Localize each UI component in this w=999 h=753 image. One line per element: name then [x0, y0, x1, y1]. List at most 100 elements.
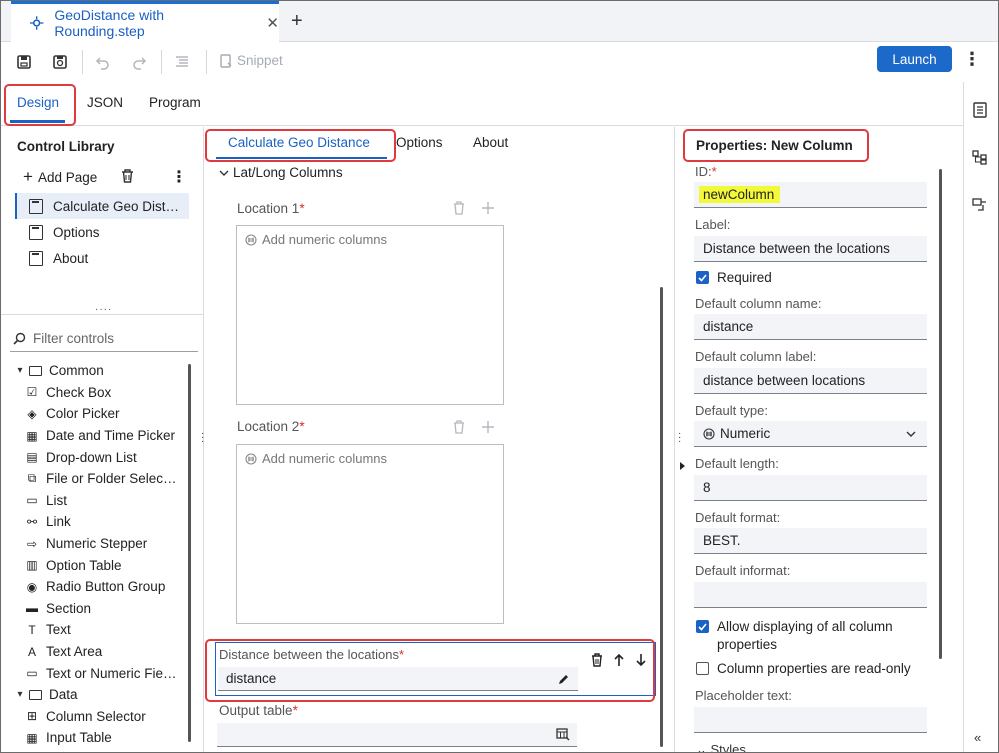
- search-icon: [13, 332, 26, 345]
- tree-item[interactable]: ◉ Radio Button Group: [1, 576, 191, 598]
- hierarchy-icon[interactable]: [972, 149, 988, 165]
- read-only-checkbox[interactable]: Column properties are read-only: [696, 660, 911, 678]
- plus-icon: +: [23, 167, 33, 186]
- trash-icon[interactable]: [453, 201, 465, 215]
- undo-icon[interactable]: [92, 51, 114, 73]
- page-list: Calculate Geo Dist… Options About: [15, 193, 189, 271]
- tree-item[interactable]: ◈ Color Picker: [1, 403, 191, 425]
- trash-icon[interactable]: [453, 420, 465, 434]
- tree-folder[interactable]: ▾ Data: [1, 684, 191, 706]
- resize-grip[interactable]: · · ·: [201, 429, 204, 447]
- default-format-input[interactable]: BEST.: [694, 528, 927, 554]
- delete-icon[interactable]: [591, 653, 603, 667]
- add-icon[interactable]: [482, 202, 494, 214]
- section-title: Lat/Long Columns: [233, 165, 343, 180]
- folder-icon: [29, 689, 42, 700]
- label-input[interactable]: Distance between the locations: [694, 236, 927, 262]
- tree-item[interactable]: ⧉ File or Folder Selec…: [1, 468, 191, 490]
- default-type-select[interactable]: Numeric: [694, 421, 927, 447]
- chevron-down-icon: ▾: [17, 365, 23, 377]
- control-icon: ▬: [26, 601, 38, 616]
- selected-column-field[interactable]: Distance between the locations* distance: [215, 642, 656, 696]
- output-table-field[interactable]: [217, 723, 577, 747]
- allow-display-checkbox[interactable]: Allow displaying of all column properties: [696, 618, 893, 654]
- move-down-icon[interactable]: [636, 653, 646, 667]
- page-item[interactable]: Options: [15, 219, 189, 245]
- numeric-icon: [703, 427, 715, 440]
- default-column-label-input[interactable]: distance between locations: [694, 368, 927, 394]
- redo-icon[interactable]: [128, 51, 150, 73]
- close-tab-icon[interactable]: ✕: [266, 14, 279, 32]
- placeholder-text-input[interactable]: [694, 707, 927, 733]
- folder-icon: [29, 365, 42, 376]
- tab-design[interactable]: Design: [17, 95, 59, 110]
- tree-folder-label: Common: [49, 363, 104, 379]
- control-icon: ▦: [26, 428, 38, 443]
- control-icon: ⊞: [26, 709, 38, 724]
- numeric-icon: [245, 233, 257, 246]
- label-label: Label:: [695, 217, 731, 232]
- control-icon: ⇨: [26, 536, 38, 551]
- add-page-button[interactable]: + Add Page: [23, 167, 97, 187]
- tab-options[interactable]: Options: [396, 135, 443, 150]
- tree-item[interactable]: ▤ Drop-down List: [1, 446, 191, 468]
- location-2-column-list[interactable]: Add numeric columns: [236, 444, 504, 624]
- more-options-icon[interactable]: ⋮: [963, 50, 981, 68]
- delete-page-icon[interactable]: [121, 169, 134, 183]
- tab-calculate-geo-distance[interactable]: Calculate Geo Distance: [228, 135, 370, 150]
- tree-item[interactable]: ▭ Text or Numeric Fie…: [1, 662, 191, 684]
- control-icon: ▭: [26, 666, 38, 681]
- save-icon[interactable]: [13, 51, 35, 73]
- required-checkbox[interactable]: Required: [696, 269, 772, 287]
- canvas-scrollbar[interactable]: [660, 287, 663, 747]
- control-icon: ▭: [26, 493, 38, 508]
- styles-section-header[interactable]: ⌄ Styles: [696, 743, 746, 752]
- tree-item[interactable]: ▬ Section: [1, 598, 191, 620]
- page-icon: [29, 224, 43, 240]
- tree-item[interactable]: ⊞ Column Selector: [1, 706, 191, 728]
- tree-item[interactable]: ☑ Check Box: [1, 382, 191, 404]
- location-1-column-list[interactable]: Add numeric columns: [236, 225, 504, 405]
- tab-about[interactable]: About: [473, 135, 508, 150]
- properties-scrollbar[interactable]: [939, 169, 942, 659]
- file-tab-bar: GeoDistance with Rounding.step ✕ +: [1, 1, 998, 42]
- snippet-button[interactable]: Snippet: [219, 53, 283, 68]
- left-scrollbar[interactable]: [188, 364, 191, 742]
- default-length-input[interactable]: 8: [694, 475, 927, 501]
- tree-item[interactable]: ⇨ Numeric Stepper: [1, 533, 191, 555]
- tree-item[interactable]: A Text Area: [1, 641, 191, 663]
- collapse-panel-icon[interactable]: «: [974, 730, 981, 745]
- section-header[interactable]: Lat/Long Columns: [219, 165, 343, 180]
- format-icon[interactable]: [171, 51, 193, 73]
- tree-item[interactable]: ▦ Input Table: [1, 727, 191, 749]
- tree-item[interactable]: ▭ List: [1, 490, 191, 512]
- properties-icon[interactable]: [972, 102, 988, 118]
- file-tab[interactable]: GeoDistance with Rounding.step ✕: [11, 1, 279, 42]
- new-tab-button[interactable]: +: [291, 10, 303, 32]
- active-tab-indicator: [10, 120, 65, 123]
- edit-pencil-icon[interactable]: [557, 673, 570, 686]
- tab-program[interactable]: Program: [149, 95, 201, 110]
- tree-item[interactable]: ▦ Date and Time Picker: [1, 425, 191, 447]
- tree-item[interactable]: ▥ Option Table: [1, 554, 191, 576]
- id-input[interactable]: newColumn: [694, 182, 927, 208]
- add-icon[interactable]: [482, 421, 494, 433]
- control-icon: ☑: [26, 385, 38, 400]
- table-picker-icon[interactable]: [556, 728, 570, 741]
- tree-item[interactable]: T Text: [1, 619, 191, 641]
- move-up-icon[interactable]: [614, 653, 624, 667]
- page-options-icon[interactable]: ⋮: [171, 167, 187, 187]
- default-informat-input[interactable]: [694, 582, 927, 608]
- default-column-name-input[interactable]: distance: [694, 314, 927, 340]
- launch-button[interactable]: Launch: [877, 46, 952, 72]
- field-value[interactable]: distance: [218, 667, 578, 691]
- page-item[interactable]: Calculate Geo Dist…: [15, 193, 189, 219]
- tree-item[interactable]: ⚯ Link: [1, 511, 191, 533]
- control-tree: ▾ Common ☑ Check Box ◈ Color Picker ▦ Date and …: [1, 360, 191, 749]
- filter-controls-input[interactable]: Filter controls: [10, 326, 198, 352]
- dependencies-icon[interactable]: [972, 196, 988, 212]
- page-item[interactable]: About: [15, 245, 189, 271]
- tree-folder[interactable]: ▾ Common: [1, 360, 191, 382]
- tab-json[interactable]: JSON: [87, 95, 123, 110]
- save-as-icon[interactable]: [49, 51, 71, 73]
